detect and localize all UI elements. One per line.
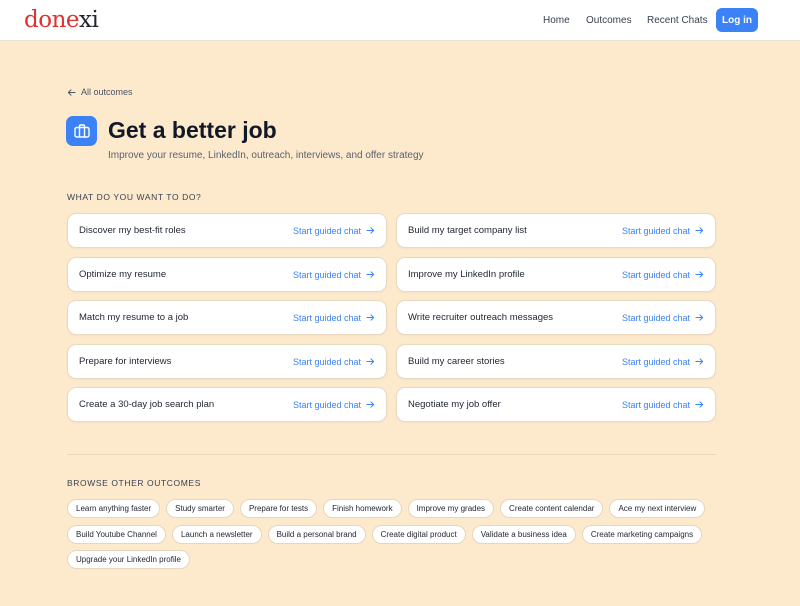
outcome-chip[interactable]: Create content calendar [500, 499, 604, 518]
outcome-chip[interactable]: Create digital product [371, 525, 466, 544]
start-guided-chat-link[interactable]: Start guided chat [293, 357, 375, 367]
chips-row: Upgrade your LinkedIn profile [67, 550, 196, 569]
action-card[interactable]: Negotiate my job offer Start guided chat [396, 387, 716, 422]
action-card[interactable]: Build my career stories Start guided cha… [396, 344, 716, 379]
arrow-right-icon [366, 271, 375, 278]
start-guided-chat-link[interactable]: Start guided chat [293, 313, 375, 323]
cta-label: Start guided chat [621, 269, 690, 280]
page-subtitle: Improve your resume, LinkedIn, outreach,… [108, 150, 424, 161]
login-button[interactable]: Log in [716, 8, 758, 32]
chips-row: Build Youtube Channel Launch a newslette… [67, 525, 708, 544]
outcome-chip[interactable]: Upgrade your LinkedIn profile [67, 550, 190, 569]
start-guided-chat-link[interactable]: Start guided chat [293, 400, 375, 410]
top-bar: donexi Home Outcomes Recent Chats Log in [0, 0, 800, 41]
arrow-right-icon [695, 358, 704, 365]
action-card-title: Discover my best-fit roles [79, 225, 186, 236]
action-card-title: Create a 30-day job search plan [79, 399, 215, 410]
outcome-chip[interactable]: Launch a newsletter [171, 525, 262, 544]
cta-label: Start guided chat [621, 312, 690, 323]
start-guided-chat-link[interactable]: Start guided chat [293, 270, 375, 280]
action-card-title: Build my target company list [408, 225, 527, 236]
action-card[interactable]: Optimize my resume Start guided chat [67, 257, 387, 292]
start-guided-chat-link[interactable]: Start guided chat [293, 226, 375, 236]
chips-row: Learn anything faster Study smarter Prep… [67, 499, 711, 518]
cta-label: Start guided chat [621, 356, 690, 367]
arrow-right-icon [695, 227, 704, 234]
cta-label: Start guided chat [292, 399, 361, 410]
logo-text: done [24, 7, 80, 33]
action-card-title: Optimize my resume [79, 269, 167, 280]
outcome-chip[interactable]: Build a personal brand [267, 525, 366, 544]
arrow-right-icon [695, 271, 704, 278]
back-link[interactable]: All outcomes [67, 86, 133, 98]
outcome-chip[interactable]: Study smarter [166, 499, 234, 518]
action-card-title: Prepare for interviews [79, 356, 172, 367]
briefcase-icon [66, 116, 97, 146]
arrow-left-icon [67, 88, 76, 96]
logo[interactable]: donexi [24, 6, 99, 34]
action-card[interactable]: Match my resume to a job Start guided ch… [67, 300, 387, 335]
action-card-title: Negotiate my job offer [408, 399, 501, 410]
nav-home[interactable]: Home [543, 0, 570, 41]
cta-label: Start guided chat [292, 356, 361, 367]
page-title: Get a better job [108, 117, 277, 143]
outcome-chip[interactable]: Create marketing campaigns [581, 525, 703, 544]
action-card[interactable]: Build my target company list Start guide… [396, 213, 716, 248]
action-card-title: Build my career stories [408, 356, 505, 367]
actions-heading: WHAT DO YOU WANT TO DO? [67, 192, 202, 202]
action-card[interactable]: Discover my best-fit roles Start guided … [67, 213, 387, 248]
action-card[interactable]: Create a 30-day job search plan Start gu… [67, 387, 387, 422]
outcome-chip[interactable]: Finish homework [323, 499, 402, 518]
action-card[interactable]: Write recruiter outreach messages Start … [396, 300, 716, 335]
action-card-title: Write recruiter outreach messages [408, 312, 554, 323]
section-divider [67, 454, 716, 455]
arrow-right-icon [695, 314, 704, 321]
outcome-chip[interactable]: Ace my next interview [609, 499, 706, 518]
arrow-right-icon [366, 401, 375, 408]
outcome-chip[interactable]: Build Youtube Channel [67, 525, 166, 544]
cta-label: Start guided chat [292, 269, 361, 280]
cta-label: Start guided chat [621, 225, 690, 236]
nav-recent-chats[interactable]: Recent Chats [647, 0, 708, 41]
start-guided-chat-link[interactable]: Start guided chat [622, 313, 704, 323]
cta-label: Start guided chat [292, 312, 361, 323]
arrow-right-icon [366, 358, 375, 365]
action-card[interactable]: Improve my LinkedIn profile Start guided… [396, 257, 716, 292]
outcome-chip[interactable]: Learn anything faster [67, 499, 161, 518]
arrow-right-icon [366, 227, 375, 234]
browse-heading: BROWSE OTHER OUTCOMES [67, 478, 201, 488]
action-card-title: Improve my LinkedIn profile [408, 269, 525, 280]
cta-label: Start guided chat [292, 225, 361, 236]
arrow-right-icon [695, 401, 704, 408]
action-card[interactable]: Prepare for interviews Start guided chat [67, 344, 387, 379]
nav-outcomes[interactable]: Outcomes [586, 0, 632, 41]
outcome-chip[interactable]: Improve my grades [407, 499, 495, 518]
logo-accent-text: xi [79, 7, 99, 33]
start-guided-chat-link[interactable]: Start guided chat [622, 226, 704, 236]
start-guided-chat-link[interactable]: Start guided chat [622, 357, 704, 367]
start-guided-chat-link[interactable]: Start guided chat [622, 270, 704, 280]
outcome-chip[interactable]: Prepare for tests [239, 499, 318, 518]
start-guided-chat-link[interactable]: Start guided chat [622, 400, 704, 410]
cta-label: Start guided chat [621, 399, 690, 410]
outcome-chip[interactable]: Validate a business idea [471, 525, 576, 544]
arrow-right-icon [366, 314, 375, 321]
action-card-title: Match my resume to a job [79, 312, 189, 323]
back-link-label: All outcomes [81, 87, 133, 97]
